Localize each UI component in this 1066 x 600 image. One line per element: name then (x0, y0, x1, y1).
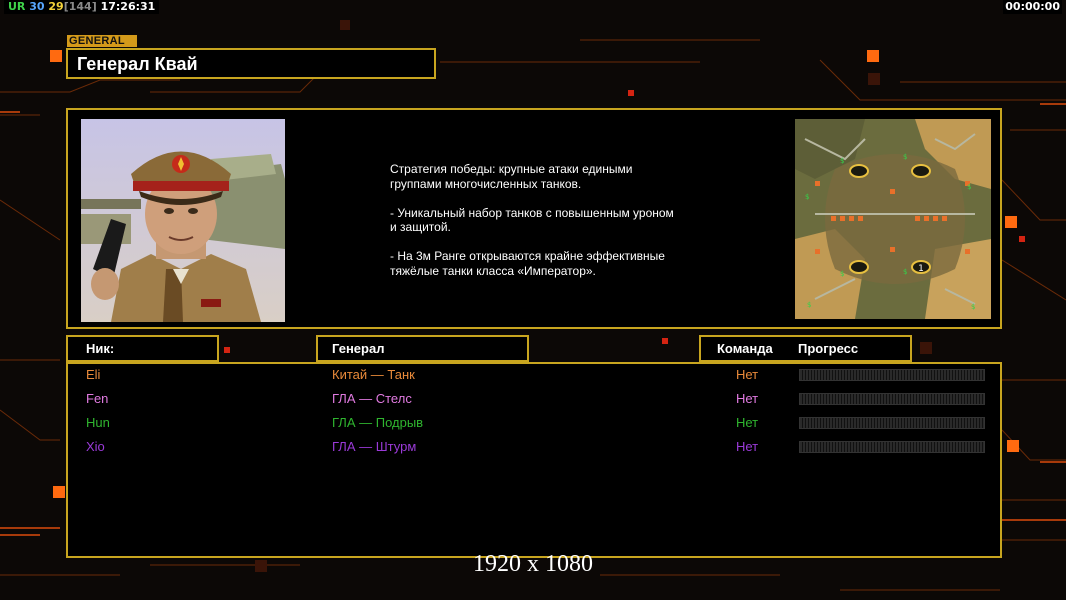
player-row: Xio ГЛА — Штурм Нет (68, 437, 1000, 457)
progress-bar (799, 441, 985, 453)
clock: 17:26:31 (100, 0, 156, 13)
progress-bar (799, 417, 985, 429)
player-nick: Eli (86, 367, 101, 382)
ur-label: UR (8, 0, 26, 13)
general-tag: GENERAL (67, 35, 137, 47)
minimap-image: 1 $ $ $ $ $ $ $ $ (795, 119, 991, 319)
resolution-caption: 1920 x 1080 (473, 551, 593, 577)
svg-text:$: $ (903, 153, 907, 161)
stat-3: [144] (63, 0, 97, 13)
column-header-team: Команда (717, 341, 773, 356)
svg-text:$: $ (967, 183, 971, 191)
column-header-progress: Прогресс (798, 341, 859, 356)
page-title: Генерал Квай (77, 54, 198, 74)
timer: 00:00:00 (1003, 0, 1062, 14)
players-panel: Eli Китай — Танк Нет Fen ГЛА — Стелс Нет… (66, 362, 1002, 558)
stat-1: 30 (29, 0, 45, 13)
player-nick: Fen (86, 391, 109, 406)
player-team: Нет (736, 415, 759, 430)
general-info-panel: Стратегия победы: крупные атаки едиными … (66, 108, 1002, 329)
svg-text:$: $ (971, 303, 975, 311)
column-header-team-progress: Команда Прогресс (699, 335, 912, 362)
player-row: Eli Китай — Танк Нет (68, 365, 1000, 385)
player-nick: Hun (86, 415, 110, 430)
player-general: ГЛА — Штурм (332, 439, 417, 454)
portrait-image (81, 119, 285, 322)
svg-text:$: $ (805, 193, 809, 201)
general-description: Стратегия победы: крупные атаки едиными … (390, 162, 674, 278)
player-team: Нет (736, 367, 759, 382)
column-header-nick: Ник: (66, 335, 219, 362)
player-general: Китай — Танк (332, 367, 415, 382)
player-team: Нет (736, 391, 759, 406)
player-general: ГЛА — Подрыв (332, 415, 424, 430)
svg-text:$: $ (840, 157, 844, 165)
svg-text:$: $ (903, 268, 907, 276)
column-header-general: Генерал (316, 335, 529, 362)
progress-bar (799, 393, 985, 405)
status-bar: UR 30 29[144] 17:26:31 (4, 0, 160, 14)
stat-2: 29 (48, 0, 64, 13)
player-nick: Xio (86, 439, 105, 454)
player-general: ГЛА — Стелс (332, 391, 412, 406)
player-team: Нет (736, 439, 759, 454)
svg-text:$: $ (840, 270, 844, 278)
progress-bar (799, 369, 985, 381)
svg-text:$: $ (807, 301, 811, 309)
player-row: Hun ГЛА — Подрыв Нет (68, 413, 1000, 433)
svg-text:1: 1 (918, 264, 924, 274)
title-box: Генерал Квай (66, 48, 436, 79)
player-row: Fen ГЛА — Стелс Нет (68, 389, 1000, 409)
